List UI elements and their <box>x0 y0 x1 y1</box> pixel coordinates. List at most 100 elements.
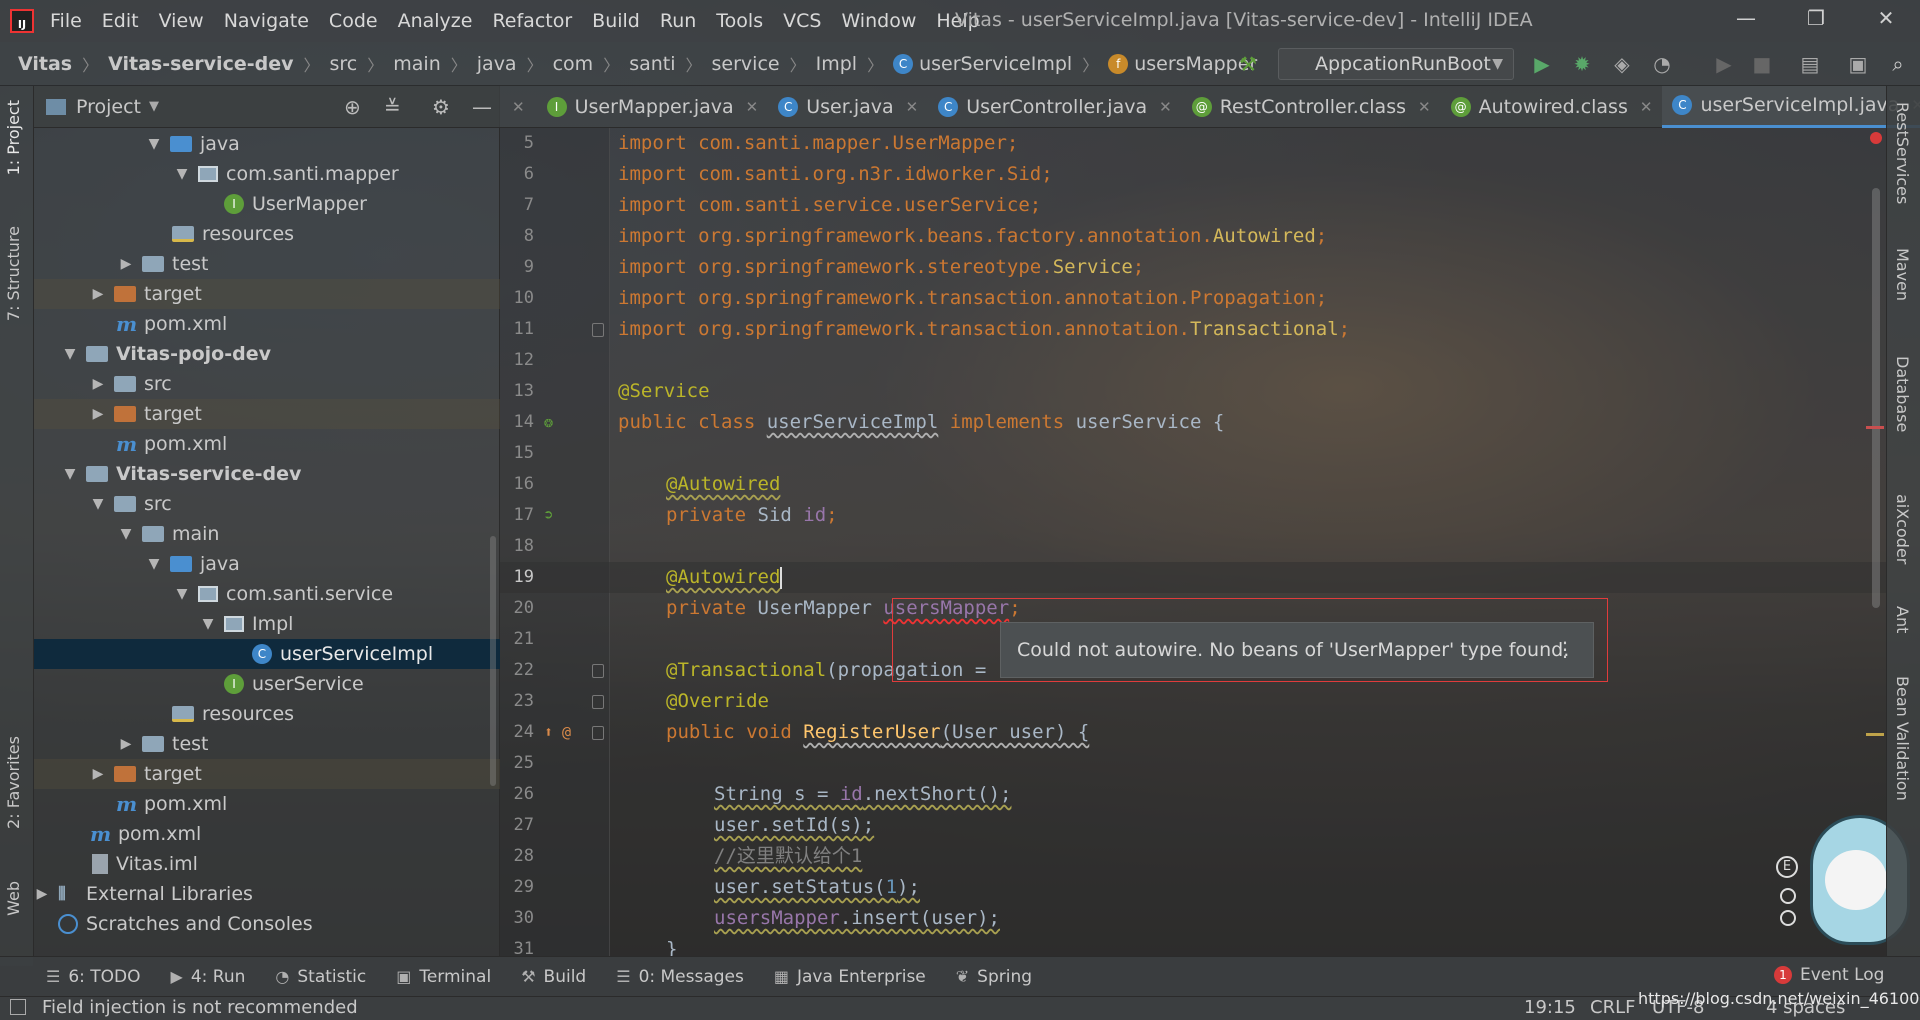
code-line[interactable]: 12 <box>500 345 1886 376</box>
gear-icon[interactable]: ⚙ <box>432 95 450 119</box>
search-icon[interactable]: ⌕ <box>1886 52 1910 76</box>
fold-marker-icon[interactable] <box>592 323 604 337</box>
error-stripe-mark[interactable] <box>1866 426 1884 429</box>
tree-item[interactable]: m pom.xml <box>34 819 500 849</box>
statistic-tool-button[interactable]: ◔ Statistic <box>275 967 366 987</box>
collapse-all-icon[interactable]: ≚ <box>384 95 401 119</box>
tree-item[interactable]: ▶ test <box>34 729 500 759</box>
editor-tab[interactable]: @ RestController.class ✕ <box>1182 86 1441 128</box>
spring-bean-gutter-icon[interactable]: ❂ <box>544 407 564 438</box>
maven-tool-tab[interactable]: Maven <box>1893 248 1912 301</box>
tree-item[interactable]: ▼ com.santi.mapper <box>34 159 500 189</box>
code-line[interactable]: 8 import org.springframework.beans.factor… <box>500 221 1886 252</box>
breadcrumb-item[interactable]: main <box>393 53 440 75</box>
project-tool-tab[interactable]: 1: Project <box>4 100 23 175</box>
close-icon[interactable]: ✕ <box>1640 98 1653 116</box>
code-line[interactable]: 25 <box>500 748 1886 779</box>
more-actions-icon[interactable]: ⋮ <box>1555 637 1575 661</box>
code-line[interactable]: 7 import com.santi.service.userService; <box>500 190 1886 221</box>
tree-scrollbar[interactable] <box>490 536 496 786</box>
expand-arrow-icon[interactable]: ▼ <box>174 586 190 602</box>
breadcrumb-item[interactable]: com <box>553 53 594 75</box>
menu-edit[interactable]: Edit <box>102 10 139 32</box>
todo-tool-button[interactable]: ☰ 6: TODO <box>46 967 141 987</box>
code-line[interactable]: 6 import com.santi.org.n3r.idworker.Sid; <box>500 159 1886 190</box>
code-line[interactable]: 9 import org.springframework.stereotype.S… <box>500 252 1886 283</box>
tree-item[interactable]: resources <box>34 219 500 249</box>
locate-icon[interactable]: ⊕ <box>344 95 361 119</box>
breadcrumb-item[interactable]: userServiceImpl <box>919 53 1072 75</box>
code-line[interactable]: 24 ⬆ @ public void RegisterUser(User user)… <box>500 717 1886 748</box>
intellij-logo-icon[interactable]: IJ <box>10 9 34 33</box>
code-line[interactable]: 15 <box>500 438 1886 469</box>
fold-marker-icon[interactable] <box>592 695 604 709</box>
breadcrumb-item[interactable]: src <box>330 53 358 75</box>
code-line[interactable]: 17 ➲ private Sid id; <box>500 500 1886 531</box>
run-icon[interactable]: ▶ <box>1530 52 1554 76</box>
breadcrumb-item[interactable]: Impl <box>816 53 857 75</box>
assistant-e-icon[interactable]: E <box>1776 856 1798 878</box>
expand-arrow-icon[interactable]: ▼ <box>90 496 106 512</box>
tree-item[interactable]: m pom.xml <box>34 309 500 339</box>
menu-window[interactable]: Window <box>841 10 916 32</box>
terminal-tool-button[interactable]: ▣ Terminal <box>396 967 491 987</box>
menu-refactor[interactable]: Refactor <box>492 10 572 32</box>
menu-navigate[interactable]: Navigate <box>224 10 309 32</box>
menu-vcs[interactable]: VCS <box>783 10 821 32</box>
expand-arrow-icon[interactable]: ▶ <box>90 286 106 302</box>
breadcrumb-item[interactable]: Vitas-service-dev <box>108 53 293 75</box>
tree-item[interactable]: ▶ target <box>34 279 500 309</box>
menu-build[interactable]: Build <box>592 10 640 32</box>
editor-tab[interactable]: C UserController.java ✕ <box>928 86 1181 128</box>
stop-icon[interactable]: ■ <box>1750 52 1774 76</box>
code-line[interactable]: 10 import org.springframework.transaction… <box>500 283 1886 314</box>
fold-marker-icon[interactable] <box>592 664 604 678</box>
debug-icon[interactable]: ✹ <box>1570 52 1594 76</box>
code-line[interactable]: 28 //这里默认给个1 <box>500 841 1886 872</box>
run-tool-button[interactable]: ▶ 4: Run <box>171 967 246 987</box>
menu-code[interactable]: Code <box>329 10 378 32</box>
tree-item-selected[interactable]: CuserServiceImpl <box>34 639 500 669</box>
project-structure-icon[interactable]: ▤ <box>1798 52 1822 76</box>
minimize-icon[interactable]: — <box>1726 6 1766 36</box>
code-line[interactable]: 29 user.setStatus(1); <box>500 872 1886 903</box>
editor-tab[interactable]: I UserMapper.java ✕ <box>537 86 769 128</box>
editor-scrollbar[interactable] <box>1872 188 1880 608</box>
tree-item[interactable]: ▶ target <box>34 399 500 429</box>
expand-arrow-icon[interactable]: ▶ <box>90 376 106 392</box>
tree-item[interactable]: ▼ com.santi.service <box>34 579 500 609</box>
menu-file[interactable]: File <box>50 10 82 32</box>
restservices-tool-tab[interactable]: RestServices <box>1893 102 1912 204</box>
tree-item[interactable]: ▼ java <box>34 549 500 579</box>
caret-position[interactable]: 19:15 <box>1524 997 1576 1018</box>
error-tooltip[interactable]: Could not autowire. No beans of 'UserMap… <box>1000 622 1594 678</box>
bean-validation-tool-tab[interactable]: Bean Validation <box>1893 676 1912 801</box>
tree-item[interactable]: ▼ Vitas-pojo-dev <box>34 339 500 369</box>
spring-tool-button[interactable]: ❦ Spring <box>956 967 1032 987</box>
tree-item[interactable]: Vitas.iml <box>34 849 500 879</box>
database-tool-tab[interactable]: Database <box>1893 356 1912 432</box>
status-message[interactable]: Field injection is not recommended <box>42 997 358 1018</box>
tree-item[interactable]: ▶ src <box>34 369 500 399</box>
expand-arrow-icon[interactable]: ▶ <box>118 736 134 752</box>
code-editor[interactable]: 5 import com.santi.mapper.UserMapper; 6 im… <box>500 128 1886 956</box>
close-icon[interactable]: ✕ <box>1159 98 1172 116</box>
tree-item[interactable]: Scratches and Consoles <box>34 909 500 939</box>
run-config-select[interactable]: AppcationRunBoot ▼ <box>1278 48 1514 80</box>
editor-tab[interactable]: C User.java ✕ <box>768 86 928 128</box>
coverage-icon[interactable]: ◈ <box>1610 52 1634 76</box>
expand-arrow-icon[interactable]: ▼ <box>62 466 78 482</box>
tree-item[interactable]: ▶ test <box>34 249 500 279</box>
breadcrumb-item[interactable]: java <box>477 53 517 75</box>
editor-tab[interactable]: @ Autowired.class ✕ <box>1441 86 1663 128</box>
close-icon[interactable]: ✕ <box>1866 6 1906 36</box>
ant-tool-tab[interactable]: Ant <box>1893 606 1912 633</box>
tree-item[interactable]: ▼ src <box>34 489 500 519</box>
editor-tab-active[interactable]: CuserServiceImpl.java✕ <box>1662 85 1920 128</box>
expand-arrow-icon[interactable]: ▼ <box>62 346 78 362</box>
tree-item[interactable]: ▶ ⦀ External Libraries <box>34 879 500 909</box>
fold-marker-icon[interactable] <box>592 726 604 740</box>
build-tool-button[interactable]: ⚒ Build <box>521 967 586 987</box>
menu-analyze[interactable]: Analyze <box>398 10 473 32</box>
web-tool-tab[interactable]: Web <box>4 881 23 916</box>
